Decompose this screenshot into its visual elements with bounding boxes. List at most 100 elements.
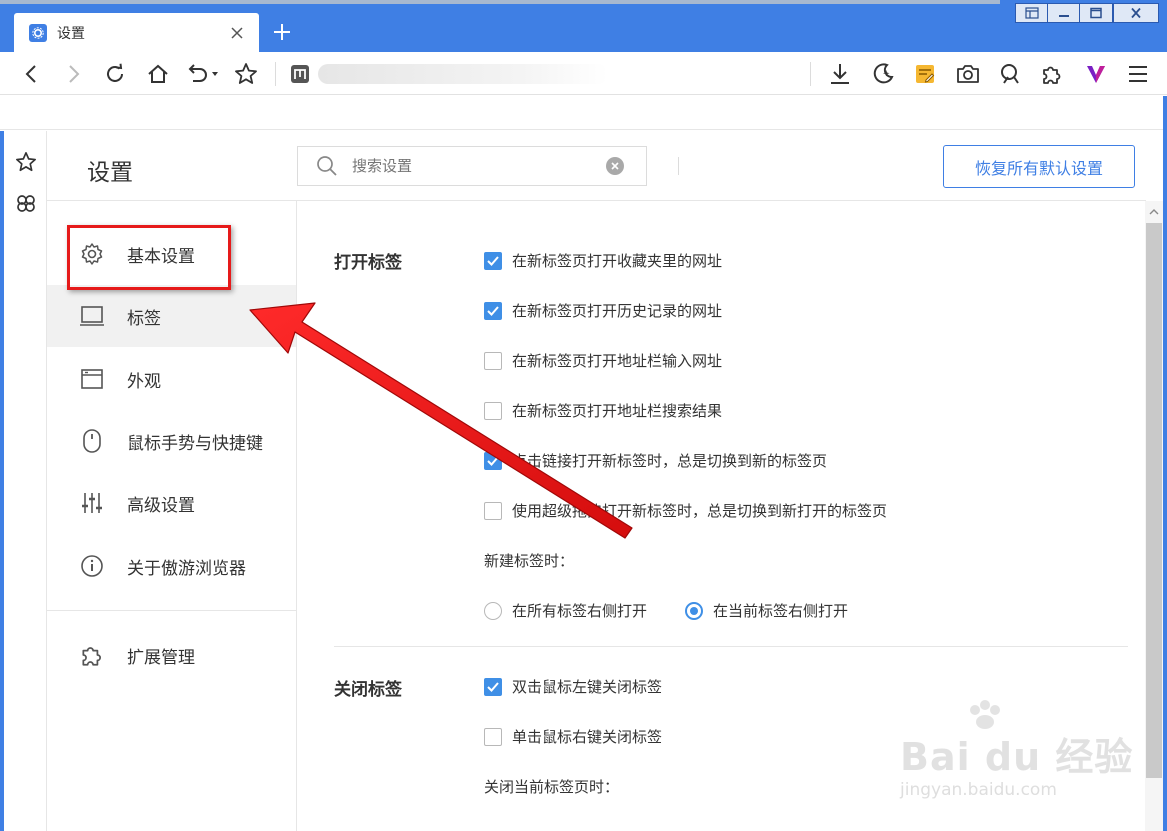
option-right-click-close[interactable]: 单击鼠标右键关闭标签 [484, 726, 662, 747]
checkbox[interactable] [484, 501, 502, 520]
checkbox[interactable] [484, 451, 502, 470]
minimize-button[interactable] [1047, 3, 1081, 23]
sidebar-item-label: 高级设置 [127, 495, 195, 516]
taskbar-strip [0, 0, 1000, 4]
sidebar-item-label: 关于傲游浏览器 [127, 558, 246, 579]
watermark-text: Bai du 经验 [900, 735, 1134, 779]
scroll-up-icon[interactable] [1145, 205, 1163, 219]
paw-icon [970, 700, 1000, 729]
option-label: 在新标签页打开历史记录的网址 [512, 302, 723, 320]
sidebar-item-label: 鼠标手势与快捷键 [127, 433, 263, 454]
navigation-toolbar [0, 52, 1167, 95]
page-title: 设置 [87, 160, 133, 186]
info-icon [79, 553, 105, 579]
section-title-open-tabs: 打开标签 [334, 253, 402, 273]
radio-label: 在所有标签右侧打开 [512, 602, 648, 620]
gear-icon [79, 241, 105, 267]
radio-open-right-of-current[interactable]: 在当前标签右侧打开 [685, 600, 848, 621]
search-icon [317, 156, 337, 176]
clover-icon[interactable] [14, 191, 38, 215]
night-mode-icon[interactable] [870, 61, 896, 87]
notes-icon[interactable] [912, 61, 938, 87]
window-icon [79, 366, 105, 392]
sidebar-item-extensions[interactable]: 扩展管理 [47, 624, 296, 686]
maximize-button[interactable] [1079, 3, 1113, 23]
baidu-watermark: Bai du 经验 jingyan.baidu.com [895, 700, 1135, 810]
side-rail [0, 131, 47, 831]
clear-search-icon[interactable] [606, 157, 624, 175]
checkbox[interactable] [484, 727, 502, 746]
new-tab-button[interactable] [268, 18, 296, 46]
back-icon[interactable] [19, 61, 45, 87]
sidebar-item-about[interactable]: 关于傲游浏览器 [47, 535, 296, 597]
option-open-history-new-tab[interactable]: 在新标签页打开历史记录的网址 [484, 300, 722, 321]
favorites-star-icon[interactable] [14, 150, 38, 174]
tab-settings[interactable]: 设置 [14, 13, 259, 52]
content-scrollbar[interactable] [1145, 201, 1163, 831]
header-separator [678, 157, 679, 175]
home-icon[interactable] [145, 61, 171, 87]
sliders-icon [79, 490, 105, 516]
radio-button[interactable] [685, 601, 703, 620]
window-frame-right [1163, 96, 1167, 831]
checkbox[interactable] [484, 351, 502, 370]
checkbox[interactable] [484, 677, 502, 696]
settings-favicon-icon [29, 23, 47, 42]
v-logo-icon[interactable] [1083, 61, 1109, 87]
radio-open-right-of-all[interactable]: 在所有标签右侧打开 [484, 600, 647, 621]
option-double-click-close[interactable]: 双击鼠标左键关闭标签 [484, 676, 662, 697]
radio-label: 在当前标签右侧打开 [713, 602, 849, 620]
bookmark-star-icon[interactable] [233, 61, 259, 87]
option-label: 点击链接打开新标签时，总是切换到新的标签页 [512, 452, 828, 470]
sidebar-item-mouse-gestures[interactable]: 鼠标手势与快捷键 [47, 410, 296, 472]
undo-icon[interactable] [184, 61, 224, 87]
mouse-icon [79, 428, 105, 454]
new-tab-position-label: 新建标签时： [484, 552, 575, 570]
toolbar-separator [810, 62, 811, 86]
puzzle-icon [79, 642, 105, 668]
option-label: 单击鼠标右键关闭标签 [512, 728, 663, 746]
settings-search-box[interactable] [297, 146, 647, 186]
option-label: 在新标签页打开收藏夹里的网址 [512, 252, 723, 270]
checkbox[interactable] [484, 251, 502, 270]
option-label: 在新标签页打开地址栏搜索结果 [512, 402, 723, 420]
checkbox[interactable] [484, 401, 502, 420]
address-bar[interactable] [318, 64, 608, 84]
toolbar-separator [275, 62, 276, 86]
sidebar-item-tabs[interactable]: 标签 [47, 285, 296, 347]
sidebar-item-advanced[interactable]: 高级设置 [47, 472, 296, 534]
option-label: 双击鼠标左键关闭标签 [512, 678, 663, 696]
forward-icon[interactable] [60, 61, 86, 87]
site-favicon [287, 61, 313, 87]
option-open-bookmarks-new-tab[interactable]: 在新标签页打开收藏夹里的网址 [484, 250, 722, 271]
watermark-url: jingyan.baidu.com [900, 780, 1057, 800]
option-label: 在新标签页打开地址栏输入网址 [512, 352, 723, 370]
sidebar-item-label: 扩展管理 [127, 647, 195, 668]
option-open-search-results-new-tab[interactable]: 在新标签页打开地址栏搜索结果 [484, 400, 722, 421]
sidebar-item-label: 外观 [127, 371, 161, 392]
reload-icon[interactable] [102, 61, 128, 87]
layout-button[interactable] [1015, 3, 1049, 23]
tab-title: 设置 [57, 25, 85, 42]
extensions-icon[interactable] [1039, 61, 1065, 87]
bookmark-bar [0, 96, 1167, 130]
translate-icon[interactable] [997, 61, 1023, 87]
restore-defaults-button[interactable]: 恢复所有默认设置 [943, 145, 1135, 188]
scroll-thumb[interactable] [1146, 223, 1162, 778]
option-switch-on-super-drag[interactable]: 使用超级拖拽打开新标签时，总是切换到新打开的标签页 [484, 500, 887, 521]
download-icon[interactable] [827, 61, 853, 87]
section-title-close-tabs: 关闭标签 [334, 680, 402, 700]
sidebar-item-appearance[interactable]: 外观 [47, 348, 296, 410]
option-switch-on-link-open[interactable]: 点击链接打开新标签时，总是切换到新的标签页 [484, 450, 827, 471]
title-bar: 设置 [0, 0, 1167, 52]
sidebar-item-basic-settings[interactable]: 基本设置 [47, 223, 296, 285]
option-label: 使用超级拖拽打开新标签时，总是切换到新打开的标签页 [512, 502, 888, 520]
option-open-address-input-new-tab[interactable]: 在新标签页打开地址栏输入网址 [484, 350, 722, 371]
close-window-button[interactable] [1113, 3, 1159, 23]
radio-button[interactable] [484, 601, 502, 620]
checkbox[interactable] [484, 301, 502, 320]
search-input[interactable] [352, 157, 592, 175]
screenshot-icon[interactable] [955, 61, 981, 87]
menu-icon[interactable] [1125, 61, 1151, 87]
tab-close-icon[interactable] [227, 23, 247, 43]
